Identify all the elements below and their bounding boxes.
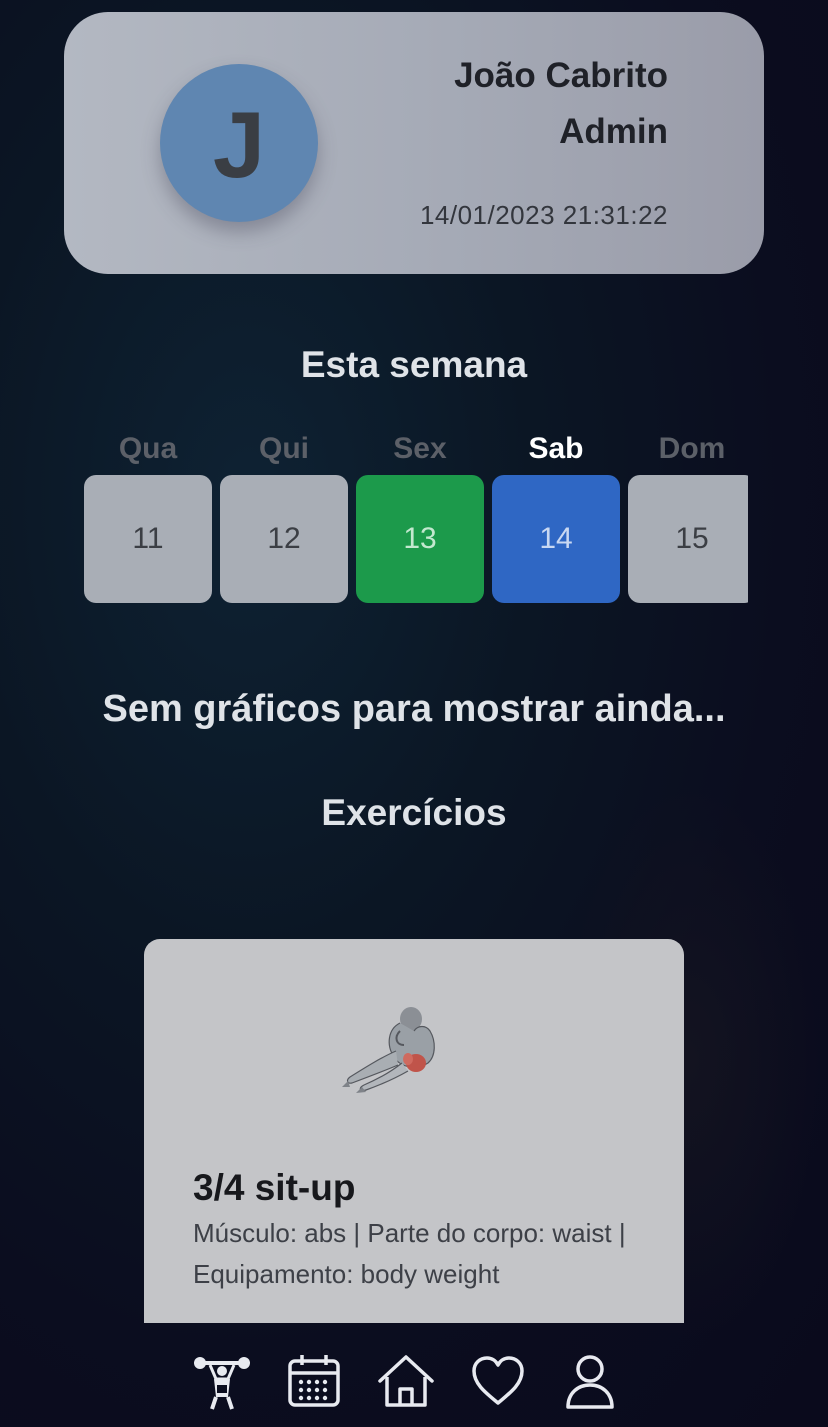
exercises-title: Exercícios: [321, 792, 507, 833]
exercise-card[interactable]: 3/4 sit-up Músculo: abs | Parte do corpo…: [144, 939, 684, 1323]
heart-icon: [468, 1351, 528, 1416]
user-icon: [560, 1351, 620, 1416]
nav-home[interactable]: [376, 1353, 436, 1413]
home-icon: [376, 1351, 436, 1416]
day-item-sat[interactable]: Sab 14: [492, 432, 620, 604]
bottom-nav: [0, 1323, 828, 1427]
day-label: Qui: [259, 432, 309, 465]
nav-profile[interactable]: [560, 1353, 620, 1413]
exercise-name: 3/4 sit-up: [193, 1167, 356, 1208]
avatar-initial: J: [212, 92, 266, 197]
day-item-sun[interactable]: Dom 15: [628, 432, 748, 604]
calendar-icon: [284, 1351, 344, 1416]
week-title: Esta semana: [300, 344, 528, 385]
week-strip[interactable]: Qua 11 Qui 12 Sex 13 Sab 14 Dom 15: [84, 432, 748, 604]
day-item-wed[interactable]: Qua 11: [84, 432, 212, 604]
day-box-done[interactable]: 13: [356, 475, 484, 603]
day-box[interactable]: 12: [220, 475, 348, 603]
profile-card: J João Cabrito Admin 14/01/2023 21:31:22: [64, 12, 764, 274]
day-label-today: Sab: [528, 432, 584, 465]
profile-role: Admin: [559, 112, 668, 151]
day-label: Dom: [658, 432, 726, 465]
weightlifter-icon: [192, 1351, 252, 1416]
day-box-today[interactable]: 14: [492, 475, 620, 603]
day-label: Qua: [118, 432, 178, 465]
exercise-illustration: [338, 1001, 448, 1101]
no-charts-message: Sem gráficos para mostrar ainda...: [102, 688, 726, 730]
day-item-fri[interactable]: Sex 13: [356, 432, 484, 604]
exercise-description: Músculo: abs | Parte do corpo: waist | E…: [193, 1218, 626, 1289]
day-item-thu[interactable]: Qui 12: [220, 432, 348, 604]
profile-datetime: 14/01/2023 21:31:22: [419, 200, 668, 230]
day-box[interactable]: 11: [84, 475, 212, 603]
day-label: Sex: [393, 432, 447, 465]
profile-name: João Cabrito: [454, 56, 668, 95]
nav-favorites[interactable]: [468, 1353, 528, 1413]
nav-calendar[interactable]: [284, 1353, 344, 1413]
nav-exercises[interactable]: [192, 1353, 252, 1413]
avatar[interactable]: J: [160, 64, 318, 222]
day-box[interactable]: 15: [628, 475, 748, 603]
